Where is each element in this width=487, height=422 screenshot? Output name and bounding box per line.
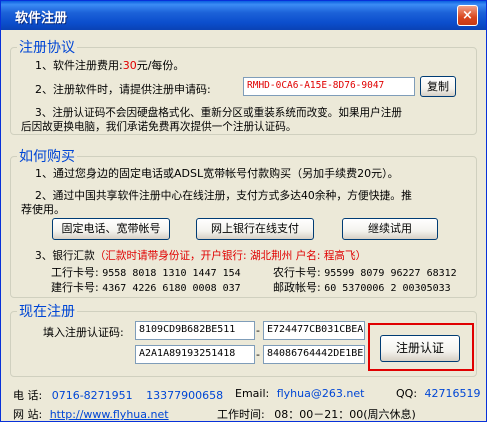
email-label: Email: [235, 387, 270, 400]
site-label: 网 站: [13, 408, 43, 421]
bank-row-abc: 农行卡号: 95599 8079 96227 68312 [273, 264, 457, 280]
code-part-3-input[interactable]: A2A1A89193251418 [135, 345, 255, 364]
code-separator: - [256, 348, 260, 361]
bank-row-icbc: 工行卡号: 9558 8018 1310 1447 154 [51, 264, 241, 280]
footer-phone-row: 电 话: 0716-8271951 13377900658 [13, 387, 223, 403]
bank-name: 工行卡号: [51, 266, 99, 279]
phone-pay-button[interactable]: 固定电话、宽带帐号 [52, 218, 170, 240]
purchase-legend: 如何购买 [19, 149, 75, 165]
bank-number: 60 5370006 2 00305033 [324, 283, 451, 294]
bank-note: （汇款时请带身份证，开户银行: 湖北荆州 户名: 程高飞） [94, 250, 367, 262]
close-button[interactable]: × [457, 5, 478, 26]
bank-name: 建行卡号: [51, 281, 99, 294]
bank-number: 95599 8079 96227 68312 [324, 268, 457, 279]
code-part-1-value: 8109CD9B682BE511 [139, 324, 236, 335]
fee-unit: 元/每份。 [136, 59, 185, 72]
phone-number-1: 0716-8271951 [51, 389, 133, 402]
code-separator: - [256, 324, 260, 337]
bank-name: 邮政帐号: [273, 281, 321, 294]
code-part-3-value: A2A1A89193251418 [139, 348, 236, 359]
request-code-value: RMHD-0CA6-A15E-8D76-9047 [247, 80, 385, 91]
purchase-line2a: 2、通过中国共享软件注册中心在线注册，支付方式多达40余种，方便快捷。推 [35, 189, 412, 202]
register-button-highlight [368, 323, 474, 371]
bank-row-post: 邮政帐号: 60 5370006 2 00305033 [273, 279, 451, 295]
fee-label: 1、软件注册费用: [35, 59, 123, 72]
register-window: 软件注册 × 注册协议 1、软件注册费用:30元/每份。 2、注册软件时，请提供… [0, 0, 487, 422]
register-code-label: 填入注册认证码: [43, 326, 124, 339]
agreement-line3b: 后因故更换电脑，我们承诺免费再次提供一个注册认证码。 [21, 121, 297, 133]
bank-label: 3、银行汇款 [35, 250, 95, 262]
online-pay-button[interactable]: 网上银行在线支付 [196, 218, 314, 240]
hours-value: 08：00－21：00(周六休息) [274, 408, 416, 421]
code-part-2-input[interactable]: E724477CB031CBEA [263, 321, 365, 340]
bank-number: 4367 4226 6180 0008 037 [102, 283, 241, 294]
email-link[interactable]: flyhua@263.net [277, 387, 365, 400]
agreement-line3a: 3、注册认证码不会因硬盘格式化、重新分区或重装系统而改变。如果用户注册 [35, 107, 402, 119]
bank-row-ccb: 建行卡号: 4367 4226 6180 0008 037 [51, 279, 241, 295]
agreement-line1: 1、软件注册费用:30元/每份。 [35, 57, 184, 73]
footer-qq: QQ: 42716519 [396, 387, 481, 400]
code-part-2-value: E724477CB031CBEA [267, 324, 364, 335]
qq-label: QQ: [396, 387, 418, 400]
code-part-4-value: 84086764442DE1BE [267, 348, 364, 359]
footer-email: Email: flyhua@263.net [235, 387, 364, 400]
bank-name: 农行卡号: [273, 266, 321, 279]
qq-number: 42716519 [424, 387, 481, 400]
window-title: 软件注册 [15, 11, 68, 26]
purchase-line1: 1、通过您身边的固定电话或ADSL宽带帐号付款购买（另加手续费20元）。 [35, 167, 399, 180]
agreement-line2: 2、注册软件时，请提供注册申请码: [35, 83, 211, 96]
bank-line: 3、银行汇款（汇款时请带身份证，开户银行: 湖北荆州 户名: 程高飞） [35, 248, 366, 263]
close-icon: × [462, 8, 473, 23]
fee-amount: 30 [122, 59, 137, 72]
site-link[interactable]: http://www.flyhua.net [50, 408, 169, 421]
title-bar[interactable]: 软件注册 × [1, 1, 486, 30]
purchase-line2b: 荐使用。 [21, 203, 65, 216]
phone-label: 电 话: [13, 389, 43, 402]
agreement-legend: 注册协议 [19, 40, 75, 56]
bank-number: 9558 8018 1310 1447 154 [102, 268, 241, 279]
code-part-4-input[interactable]: 84086764442DE1BE [263, 345, 365, 364]
trial-button[interactable]: 继续试用 [342, 218, 438, 240]
footer-site: 网 站: http://www.flyhua.net [13, 406, 169, 421]
code-part-1-input[interactable]: 8109CD9B682BE511 [135, 321, 255, 340]
phone-number-2: 13377900658 [146, 389, 224, 402]
request-code-field[interactable]: RMHD-0CA6-A15E-8D76-9047 [243, 77, 415, 96]
register-legend: 现在注册 [19, 304, 75, 320]
hours-label: 工作时间: [217, 408, 265, 421]
footer-hours: 工作时间: 08：00－21：00(周六休息) [217, 406, 416, 421]
